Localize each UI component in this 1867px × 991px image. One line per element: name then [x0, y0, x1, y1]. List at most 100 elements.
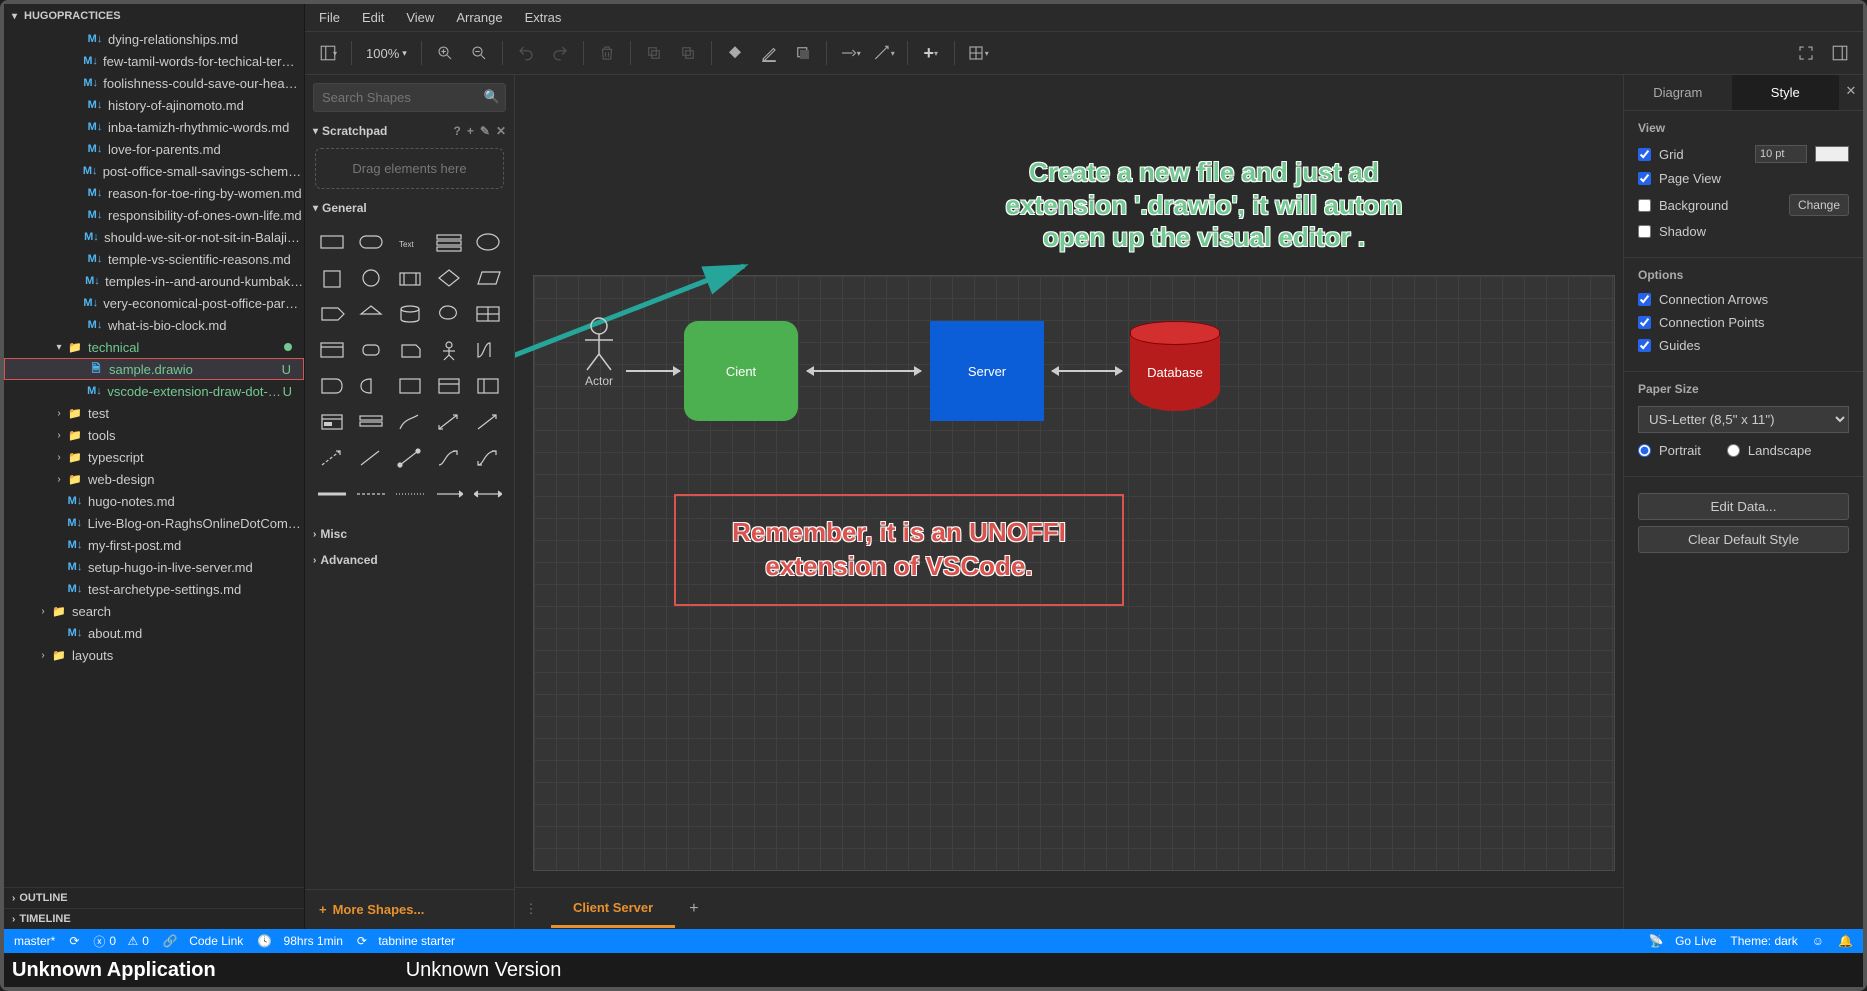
file-should-we-sit-or-not-sit-in-balaji-s-[interactable]: M↓should-we-sit-or-not-sit-in-Balaji-S… — [4, 226, 304, 248]
grid-size-input[interactable] — [1755, 145, 1807, 163]
code-link[interactable]: 🔗 Code Link — [163, 934, 243, 948]
conn-arrows-checkbox[interactable] — [1638, 293, 1651, 306]
shape-15[interactable] — [315, 335, 348, 365]
shape-32[interactable] — [393, 443, 426, 473]
shape-27[interactable] — [393, 407, 426, 437]
undo-icon[interactable] — [511, 38, 541, 68]
menu-file[interactable]: File — [319, 10, 340, 25]
folder-test[interactable]: ›📁test — [4, 402, 304, 424]
file-reason-for-toe-ring-by-women-md[interactable]: M↓reason-for-toe-ring-by-women.md — [4, 182, 304, 204]
shape-3[interactable] — [432, 227, 465, 257]
to-back-icon[interactable] — [673, 38, 703, 68]
scratchpad-header[interactable]: ▾Scratchpad ?+✎✕ — [305, 120, 514, 142]
change-bg-button[interactable]: Change — [1789, 194, 1849, 216]
general-category[interactable]: ▾General — [305, 195, 514, 221]
client-shape[interactable]: Cient — [684, 321, 798, 421]
shape-7[interactable] — [393, 263, 426, 293]
file-vscode-extension-draw-dot-i-[interactable]: M↓vscode-extension-draw-dot-i…U — [4, 380, 304, 402]
shape-19[interactable] — [471, 335, 504, 365]
background-checkbox[interactable] — [1638, 199, 1651, 212]
shape-37[interactable] — [393, 479, 426, 509]
file-test-archetype-settings-md[interactable]: M↓test-archetype-settings.md — [4, 578, 304, 600]
shape-9[interactable] — [471, 263, 504, 293]
file-temples-in-and-around-kumbako-[interactable]: M↓temples-in--and-around-kumbako… — [4, 270, 304, 292]
file-tree[interactable]: M↓dying-relationships.mdM↓few-tamil-word… — [4, 28, 304, 887]
tab-style[interactable]: Style — [1732, 75, 1840, 110]
grid-checkbox[interactable] — [1638, 148, 1651, 161]
menu-extras[interactable]: Extras — [525, 10, 562, 25]
shape-35[interactable] — [315, 479, 348, 509]
file-responsibility-of-ones-own-life-md[interactable]: M↓responsibility-of-ones-own-life.md — [4, 204, 304, 226]
diagram-page[interactable]: Create a new file and just ad extension … — [533, 275, 1615, 871]
explorer-header[interactable]: ▾HUGOPRACTICES — [4, 4, 304, 28]
waypoint-icon[interactable]: ▾ — [869, 38, 899, 68]
folder-search[interactable]: ›📁search — [4, 600, 304, 622]
redo-icon[interactable] — [545, 38, 575, 68]
insert-icon[interactable]: +▾ — [916, 38, 946, 68]
shape-13[interactable] — [432, 299, 465, 329]
folder-web-design[interactable]: ›📁web-design — [4, 468, 304, 490]
file-few-tamil-words-for-techical-terms-[interactable]: M↓few-tamil-words-for-techical-terms.… — [4, 50, 304, 72]
shadow-checkbox[interactable] — [1638, 225, 1651, 238]
tab-diagram[interactable]: Diagram — [1624, 75, 1732, 110]
shape-2[interactable]: Text — [393, 227, 426, 257]
shape-20[interactable] — [315, 371, 348, 401]
fill-color-icon[interactable] — [720, 38, 750, 68]
file-setup-hugo-in-live-server-md[interactable]: M↓setup-hugo-in-live-server.md — [4, 556, 304, 578]
shape-10[interactable] — [315, 299, 348, 329]
add-page-button[interactable]: + — [675, 890, 712, 928]
actor-shape[interactable]: Actor — [574, 316, 624, 388]
misc-category[interactable]: ›Misc — [305, 521, 514, 547]
shape-11[interactable] — [354, 299, 387, 329]
menu-arrange[interactable]: Arrange — [456, 10, 502, 25]
theme-indicator[interactable]: Theme: dark — [1730, 934, 1797, 948]
conn-points-checkbox[interactable] — [1638, 316, 1651, 329]
timeline-panel[interactable]: ›TIMELINE — [4, 908, 304, 929]
shape-18[interactable] — [432, 335, 465, 365]
shape-8[interactable] — [432, 263, 465, 293]
close-icon[interactable]: ✕ — [496, 124, 506, 138]
folder-typescript[interactable]: ›📁typescript — [4, 446, 304, 468]
file-dying-relationships-md[interactable]: M↓dying-relationships.md — [4, 28, 304, 50]
shape-25[interactable] — [315, 407, 348, 437]
folder-tools[interactable]: ›📁tools — [4, 424, 304, 446]
menubar[interactable]: File Edit View Arrange Extras — [305, 4, 1863, 31]
file-what-is-bio-clock-md[interactable]: M↓what-is-bio-clock.md — [4, 314, 304, 336]
shape-26[interactable] — [354, 407, 387, 437]
shape-31[interactable] — [354, 443, 387, 473]
arrow-client-server[interactable] — [807, 370, 921, 372]
shape-36[interactable] — [354, 479, 387, 509]
table-icon[interactable]: ▾ — [963, 38, 993, 68]
file-sample-drawio[interactable]: 🗎sample.drawioU — [4, 358, 304, 380]
shape-12[interactable] — [393, 299, 426, 329]
shape-33[interactable] — [432, 443, 465, 473]
guides-checkbox[interactable] — [1638, 339, 1651, 352]
file-inba-tamizh-rhythmic-words-md[interactable]: M↓inba-tamizh-rhythmic-words.md — [4, 116, 304, 138]
connection-icon[interactable]: ▾ — [835, 38, 865, 68]
menu-view[interactable]: View — [406, 10, 434, 25]
shape-6[interactable] — [354, 263, 387, 293]
close-panel-icon[interactable]: ✕ — [1839, 75, 1863, 110]
arrow-actor-client[interactable] — [626, 370, 680, 372]
fullscreen-icon[interactable] — [1791, 38, 1821, 68]
search-shapes-input[interactable] — [313, 83, 506, 112]
file-live-blog-on-raghsonlinedotcom-[interactable]: M↓Live-Blog-on-RaghsOnlineDotCom-… — [4, 512, 304, 534]
menu-edit[interactable]: Edit — [362, 10, 384, 25]
edit-icon[interactable]: ✎ — [480, 124, 490, 138]
view-mode-icon[interactable]: ▾ — [313, 38, 343, 68]
page-menu-icon[interactable]: ⋮ — [515, 901, 547, 917]
shadow-icon[interactable] — [788, 38, 818, 68]
paper-size-select[interactable]: US-Letter (8,5" x 11") — [1638, 406, 1849, 433]
portrait-radio[interactable] — [1638, 444, 1651, 457]
canvas[interactable]: Create a new file and just ad extension … — [515, 75, 1623, 887]
line-color-icon[interactable] — [754, 38, 784, 68]
file-hugo-notes-md[interactable]: M↓hugo-notes.md — [4, 490, 304, 512]
file-foolishness-could-save-our-heads-[interactable]: M↓foolishness-could-save-our-heads.… — [4, 72, 304, 94]
shape-0[interactable] — [315, 227, 348, 257]
clear-style-button[interactable]: Clear Default Style — [1638, 526, 1849, 553]
pageview-checkbox[interactable] — [1638, 172, 1651, 185]
shape-16[interactable] — [354, 335, 387, 365]
folder-technical[interactable]: ▾📁technical — [4, 336, 304, 358]
grid-color-swatch[interactable] — [1815, 146, 1849, 162]
file-temple-vs-scientific-reasons-md[interactable]: M↓temple-vs-scientific-reasons.md — [4, 248, 304, 270]
